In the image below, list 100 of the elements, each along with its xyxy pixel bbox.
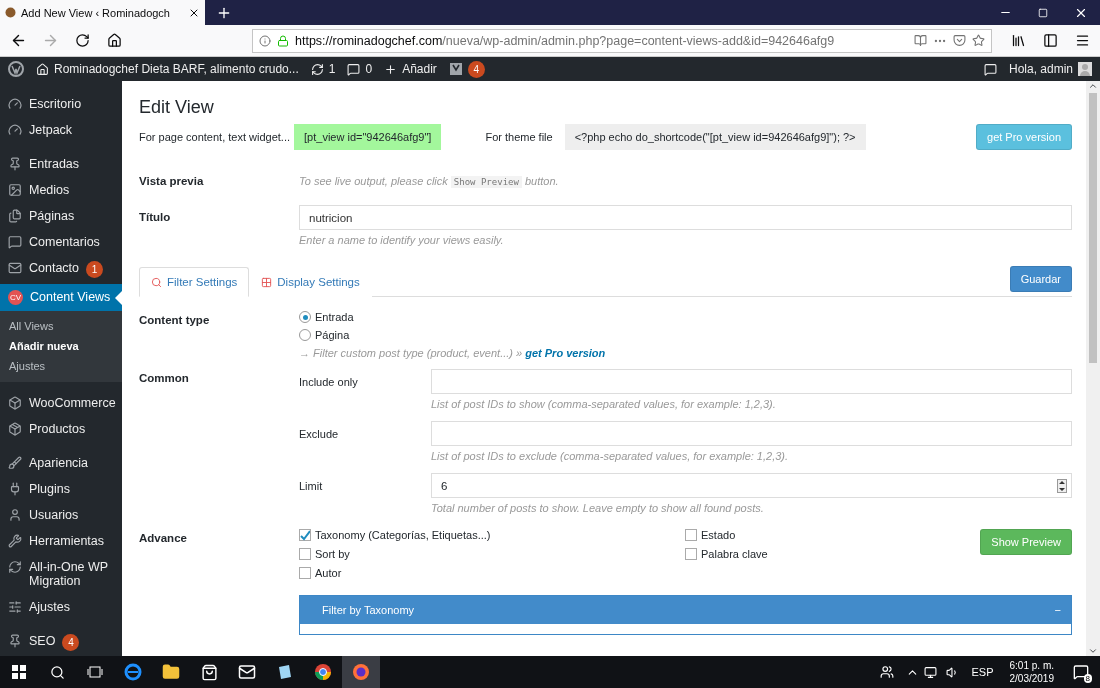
- text-input[interactable]: [431, 369, 1072, 394]
- shortcode-label: For page content, text widget...: [139, 131, 291, 143]
- checkbox-option[interactable]: Taxonomy (Categorías, Etiquetas...): [299, 529, 685, 541]
- people-icon[interactable]: [880, 665, 895, 679]
- sidebar-item[interactable]: Usuarios: [0, 502, 122, 528]
- store-icon[interactable]: [200, 663, 218, 681]
- windows-start-icon[interactable]: [12, 665, 26, 679]
- notepad-icon[interactable]: [276, 663, 294, 681]
- restore-icon[interactable]: [1038, 7, 1048, 18]
- checkbox-option[interactable]: Estado: [685, 529, 981, 541]
- home-icon[interactable]: [106, 33, 122, 48]
- checkbox[interactable]: [299, 548, 311, 560]
- sidebar-item[interactable]: Productos: [0, 416, 122, 442]
- language-indicator[interactable]: ESP: [963, 666, 1002, 678]
- sidebar-item[interactable]: Herramientas: [0, 528, 122, 554]
- sidebar-item[interactable]: Páginas: [0, 203, 122, 229]
- field-label: Common: [139, 371, 190, 384]
- new-link[interactable]: Añadir: [402, 62, 437, 76]
- chrome-icon[interactable]: [314, 663, 332, 681]
- mail-icon[interactable]: [238, 663, 256, 681]
- sidebar-item[interactable]: Plugins: [0, 476, 122, 502]
- task-view-icon[interactable]: [87, 665, 103, 679]
- network-icon[interactable]: [924, 665, 937, 679]
- radio-option[interactable]: Entrada: [299, 311, 1072, 323]
- star-icon[interactable]: [972, 34, 985, 47]
- submenu-item[interactable]: Ajustes: [0, 356, 122, 376]
- menu-item-icon: [8, 634, 22, 648]
- search-icon[interactable]: [49, 664, 65, 680]
- menu-icon[interactable]: [1074, 33, 1090, 48]
- clock[interactable]: 6:01 p. m. 2/03/2019: [1001, 659, 1062, 685]
- checkbox[interactable]: [299, 567, 311, 579]
- volume-icon[interactable]: [946, 665, 959, 679]
- sidebar-item[interactable]: Apariencia: [0, 450, 122, 476]
- add-icon: [384, 62, 398, 76]
- sidebar-item[interactable]: Comentarios: [0, 229, 122, 255]
- sidebar-item[interactable]: WooCommerce: [0, 390, 122, 416]
- scroll-down-icon[interactable]: [1088, 646, 1098, 656]
- menu-item-icon: [8, 422, 22, 436]
- notes-icon[interactable]: [983, 62, 997, 76]
- field-hint: Enter a name to identify your views easily.: [299, 234, 505, 246]
- menu-item-icon: [8, 508, 22, 522]
- comments-icon: [347, 62, 361, 76]
- home-icon: [36, 62, 49, 76]
- checkbox[interactable]: [685, 529, 697, 541]
- field-label: Advance: [139, 531, 188, 544]
- submenu-item[interactable]: All Views: [0, 316, 122, 336]
- menu-item-icon: [8, 600, 22, 614]
- browser-app-icon[interactable]: [124, 663, 142, 681]
- field-label: Vista previa: [139, 174, 205, 187]
- info-icon: [259, 34, 271, 47]
- text-input[interactable]: [431, 421, 1072, 446]
- spinner-icon[interactable]: [1057, 478, 1067, 493]
- sidebar-item[interactable]: Contacto 1: [0, 255, 122, 284]
- radio-option[interactable]: Página: [299, 329, 1072, 341]
- site-name-link[interactable]: Rominadogchef Dieta BARF, alimento crudo...: [54, 62, 299, 76]
- checkbox-option[interactable]: Sort by: [299, 548, 685, 560]
- menu-item-icon: [8, 183, 22, 197]
- sidebar-item[interactable]: All-in-One WP Migration: [0, 554, 122, 594]
- wordpress-logo-icon[interactable]: [8, 61, 24, 77]
- avatar-icon: [1078, 62, 1092, 76]
- sidebar-icon[interactable]: [1042, 33, 1058, 48]
- content-views-logo-icon: CV: [8, 290, 23, 305]
- scrollbar[interactable]: [1086, 81, 1100, 656]
- menu-item-icon: [8, 157, 22, 171]
- sidebar-item[interactable]: Medios: [0, 177, 122, 203]
- checkbox-option[interactable]: Autor: [299, 567, 685, 579]
- address-field[interactable]: https://rominadogchef.com/nueva/wp-admin/admin.php?page=content-views-add&id=942646afg9: [252, 28, 992, 53]
- title-input[interactable]: nutricion: [299, 205, 1072, 230]
- sidebar-item[interactable]: Entradas: [0, 151, 122, 177]
- firefox-icon[interactable]: [352, 663, 370, 681]
- sidebar-item[interactable]: Jetpack: [0, 117, 122, 143]
- sidebar-item[interactable]: CV Content Views: [0, 284, 122, 311]
- settings-tab[interactable]: Filter Settings: [139, 267, 250, 297]
- scroll-up-icon[interactable]: [1088, 81, 1098, 91]
- site-favicon-icon: [5, 7, 16, 18]
- folder-icon[interactable]: [162, 663, 180, 681]
- checkbox[interactable]: [299, 529, 311, 541]
- save-button[interactable]: Guardar: [1009, 266, 1072, 292]
- collapse-toggle[interactable]: −: [1054, 604, 1061, 616]
- sidebar-item[interactable]: Ajustes: [0, 594, 122, 620]
- sidebar-item[interactable]: SEO 4: [0, 628, 122, 656]
- browser-tab[interactable]: Add New View ‹ Rominadogch: [0, 0, 205, 25]
- pro-version-link[interactable]: get Pro version: [525, 347, 606, 359]
- notifications-icon[interactable]: [1073, 664, 1089, 680]
- seo-icon[interactable]: [448, 62, 463, 76]
- menu-item-icon: [8, 97, 22, 111]
- comments-count[interactable]: 0: [365, 62, 373, 76]
- pocket-icon[interactable]: [953, 34, 966, 47]
- reader-icon[interactable]: [914, 34, 927, 47]
- greeting-link[interactable]: Hola, admin: [1008, 62, 1073, 76]
- limit-field[interactable]: 6: [431, 473, 1072, 498]
- sidebar-item[interactable]: Escritorio: [0, 91, 122, 117]
- reload-icon[interactable]: [74, 33, 90, 48]
- lock-icon: [277, 34, 289, 47]
- checkbox[interactable]: [685, 548, 697, 560]
- checkbox-option[interactable]: Palabra clave: [685, 548, 981, 560]
- library-icon[interactable]: [1010, 33, 1026, 48]
- updates-count[interactable]: 1: [328, 62, 336, 76]
- submenu-item[interactable]: Añadir nueva: [0, 336, 122, 356]
- seo-badge: 4: [467, 60, 485, 78]
